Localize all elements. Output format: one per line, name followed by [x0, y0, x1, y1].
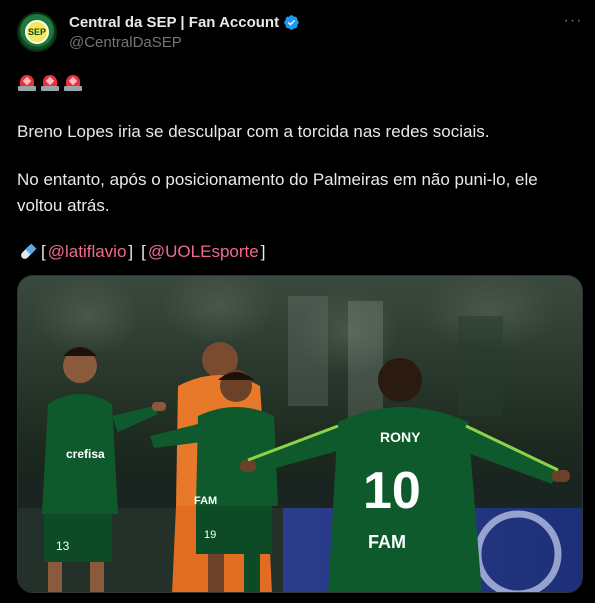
- bracket-close: ]: [128, 242, 134, 261]
- jersey-name: RONY: [380, 429, 421, 445]
- siren-icon: [40, 72, 60, 92]
- bracket-open: [: [41, 242, 46, 261]
- display-name[interactable]: Central da SEP | Fan Account: [69, 14, 279, 31]
- center-sleeve-sponsor: FAM: [194, 495, 217, 507]
- handle[interactable]: @CentralDaSEP: [69, 34, 182, 51]
- tweet-text-line-2: No entanto, após o posicionamento do Pal…: [17, 170, 538, 215]
- avatar-text: SEP: [27, 27, 46, 37]
- avatar[interactable]: SEP: [17, 12, 57, 52]
- name-row: Central da SEP | Fan Account: [69, 14, 300, 31]
- jersey-number: 10: [363, 462, 421, 520]
- bracket-close: ]: [260, 242, 266, 261]
- avatar-crest: SEP: [25, 20, 49, 44]
- shorts-number-13: 13: [56, 539, 70, 553]
- back-sponsor: FAM: [368, 532, 406, 552]
- siren-icon: [17, 72, 37, 92]
- more-options-icon[interactable]: ···: [560, 12, 586, 34]
- shorts-number-19: 19: [204, 529, 216, 541]
- mention-uolesporte[interactable]: @UOLEsporte: [148, 239, 259, 265]
- tweet-text-line-1: Breno Lopes iria se desculpar com a torc…: [17, 122, 490, 141]
- source-line: [@latiflavio] [@UOLEsporte]: [17, 239, 577, 265]
- pill-icon: [21, 243, 37, 259]
- siren-icon: [63, 72, 83, 92]
- mention-latiflavio[interactable]: @latiflavio: [48, 239, 127, 265]
- emoji-row: [17, 72, 83, 92]
- tweet: SEP Central da SEP | Fan Account @Centra…: [0, 0, 595, 603]
- tweet-photo[interactable]: 13 crefisa 19 FAM RONY 10 FAM: [17, 275, 583, 593]
- left-sponsor: crefisa: [66, 447, 105, 461]
- photo-scene: 13 crefisa 19 FAM RONY 10 FAM: [18, 276, 582, 592]
- verified-badge-icon: [284, 15, 299, 30]
- bracket-open: [: [141, 242, 146, 261]
